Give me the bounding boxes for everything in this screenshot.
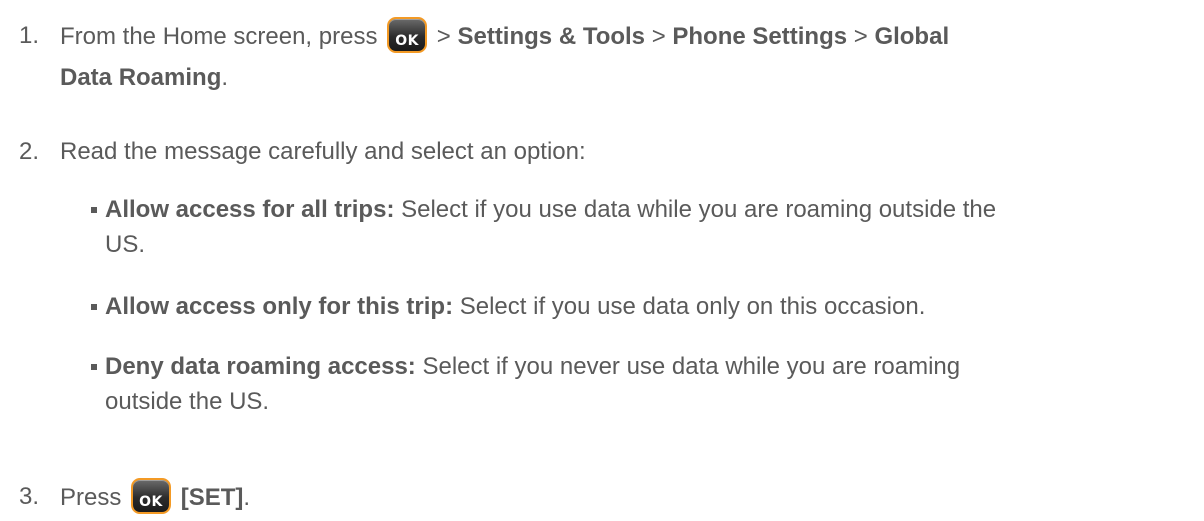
option-label: Allow access for all trips: [105,196,395,223]
option-description-cont: outside the US. [105,388,270,415]
step-1-text: From the Home screen, press OK > Setting… [60,16,1194,53]
step-1-text-line2: Data Roaming. [60,64,229,91]
menu-settings-tools: Settings & Tools [457,23,646,50]
ok-key-icon: OK [131,477,172,514]
set-label: [SET] [180,484,244,511]
instruction-document: 1. From the Home screen, press OK > Sett… [0,0,1204,521]
step-3-text: Press OK [SET]. [60,477,1194,514]
step-2-text: Read the message carefully and select an… [60,138,586,165]
menu-global-data-roaming-1: Global [874,23,950,50]
option-description: Select if you use data while you are roa… [394,196,997,223]
option-description: Select if you never use data while you a… [415,353,961,380]
menu-phone-settings: Phone Settings [672,23,848,50]
option-description-cont: US. [105,231,146,258]
step-number: 3. [19,483,40,510]
bullet-icon [91,304,97,310]
option-label: Deny data roaming access: [105,353,416,380]
option-description: Select if you use data only on this occa… [453,293,926,320]
step-number: 1. [19,22,40,49]
bullet-icon [91,364,97,370]
step-number: 2. [19,138,40,165]
bullet-icon [91,207,97,213]
menu-global-data-roaming-2: Data Roaming [60,64,222,91]
step-1-intro: From the Home screen, press [60,23,378,50]
option-label: Allow access only for this trip: [105,293,454,320]
ok-key-icon: OK [387,16,428,53]
